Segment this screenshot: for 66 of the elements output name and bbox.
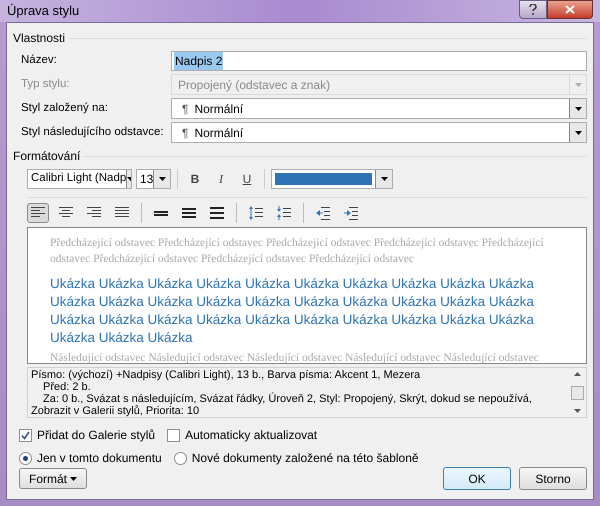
checkbox[interactable]: [19, 428, 32, 442]
caret-icon: [70, 476, 77, 480]
caret-icon: [380, 177, 388, 181]
ok-button[interactable]: OK: [443, 467, 511, 490]
radio-label: Nové dokumenty založené na této šabloně: [192, 450, 419, 467]
italic-button[interactable]: I: [210, 169, 232, 189]
radio-label: Jen v tomto dokumentu: [37, 450, 162, 467]
radio-button[interactable]: [19, 452, 32, 464]
caret-icon: [574, 106, 582, 110]
selected-text: Nadpis 2: [174, 52, 224, 70]
spacing-double-icon: [210, 207, 224, 219]
indent-decrease-icon: [315, 205, 331, 221]
font-color-dropdown[interactable]: [271, 169, 393, 189]
dropdown-arrow-button[interactable]: [569, 99, 586, 118]
field-label: Styl založený na:: [21, 100, 109, 116]
dropdown-value: Normální: [194, 100, 244, 118]
scroll-down-icon: [574, 409, 581, 413]
space-increase-icon: [248, 205, 264, 221]
caret-icon: [574, 130, 582, 134]
section-heading: Formátování: [13, 148, 80, 165]
checkbox-label: Automaticky aktualizovat: [185, 427, 318, 444]
spacing-one-half-icon: [182, 208, 196, 218]
help-icon: [529, 4, 537, 15]
section-heading: Vlastnosti: [13, 30, 66, 47]
pilcrow-glyph: ¶: [182, 100, 188, 118]
font-name: Calibri Light (Nadp: [30, 171, 126, 186]
close-button[interactable]: [547, 0, 593, 19]
window-title: Úprava stylu: [7, 2, 80, 20]
dropdown-value: Propojený (odstavec a znak): [178, 76, 332, 94]
font-dropdown[interactable]: Calibri Light (Nadp: [27, 169, 132, 189]
close-icon: [565, 5, 575, 14]
pilcrow-glyph: ¶: [182, 124, 188, 142]
radio-button[interactable]: [174, 452, 187, 464]
dropdown-arrow-button[interactable]: [153, 170, 170, 188]
format-menu-button[interactable]: Formát: [19, 468, 87, 489]
help-button[interactable]: [519, 0, 547, 19]
checkbox[interactable]: [167, 428, 180, 442]
bold-button[interactable]: B: [184, 169, 206, 189]
description-text: Před: 2 b.: [42, 381, 92, 393]
dropdown-field[interactable]: ¶ Normální: [171, 122, 587, 143]
previous-paragraph-text: Předcházející odstavec Předcházející odstavec Předcházející odstavec Předcházející odstavec Předcházející odstavec Předcházející odstavec Předcházející odstavec Předcházející odstavec: [50, 236, 545, 267]
caret-icon: [574, 82, 582, 86]
dropdown-field[interactable]: ¶ Normální: [171, 98, 587, 119]
font-size-dropdown[interactable]: 13: [136, 169, 171, 189]
field-label: Název:: [21, 53, 58, 68]
field-label: Styl následujícího odstavce:: [21, 124, 165, 140]
field-label: Typ stylu:: [21, 76, 71, 92]
spacing-single-icon: [154, 210, 168, 216]
checkbox-label: Přidat do Galerie stylů: [37, 427, 156, 444]
description-text: Písmo: (výchozí) +Nadpisy (Calibri Light), 13 b., Barva písma: Akcent 1, Mezera: [31, 369, 422, 381]
check-icon: [21, 430, 30, 440]
scroll-thumb[interactable]: [571, 386, 584, 400]
indent-increase-icon: [343, 205, 359, 221]
scroll-up-icon: [574, 372, 581, 376]
underline-button[interactable]: U: [236, 169, 258, 189]
dropdown-arrow-button[interactable]: [569, 123, 586, 142]
name-input-field[interactable]: Nadpis 2: [171, 51, 587, 71]
align-left-button[interactable]: [27, 203, 49, 223]
space-decrease-icon: [276, 205, 292, 221]
description-text: Za: 0 b., Svázat s následujícím, Svázat řádky, Úroveň 2, Styl: Propojený, Skrýt, dokud se nepoužívá, Zobrazit v Galerii stylů, Priorita: 10: [31, 393, 533, 417]
cancel-button[interactable]: Storno: [519, 467, 587, 490]
dropdown-value: Normální: [194, 124, 244, 142]
font-size-value: 13: [139, 171, 154, 188]
sample-text: Ukázka Ukázka Ukázka Ukázka Ukázka Ukázka Ukázka Ukázka Ukázka Ukázka Ukázka Ukázka Ukázka Ukázka Ukázka Ukázka Ukázka Ukázka Ukázka Ukázka Ukázka Ukázka Ukázka Ukázka Ukázka Ukázka Ukázka Ukázka Ukázka Ukázka Ukázka Ukázka Ukázka: [50, 275, 535, 347]
caret-icon: [158, 177, 166, 181]
dropdown-arrow-button[interactable]: [375, 170, 392, 188]
